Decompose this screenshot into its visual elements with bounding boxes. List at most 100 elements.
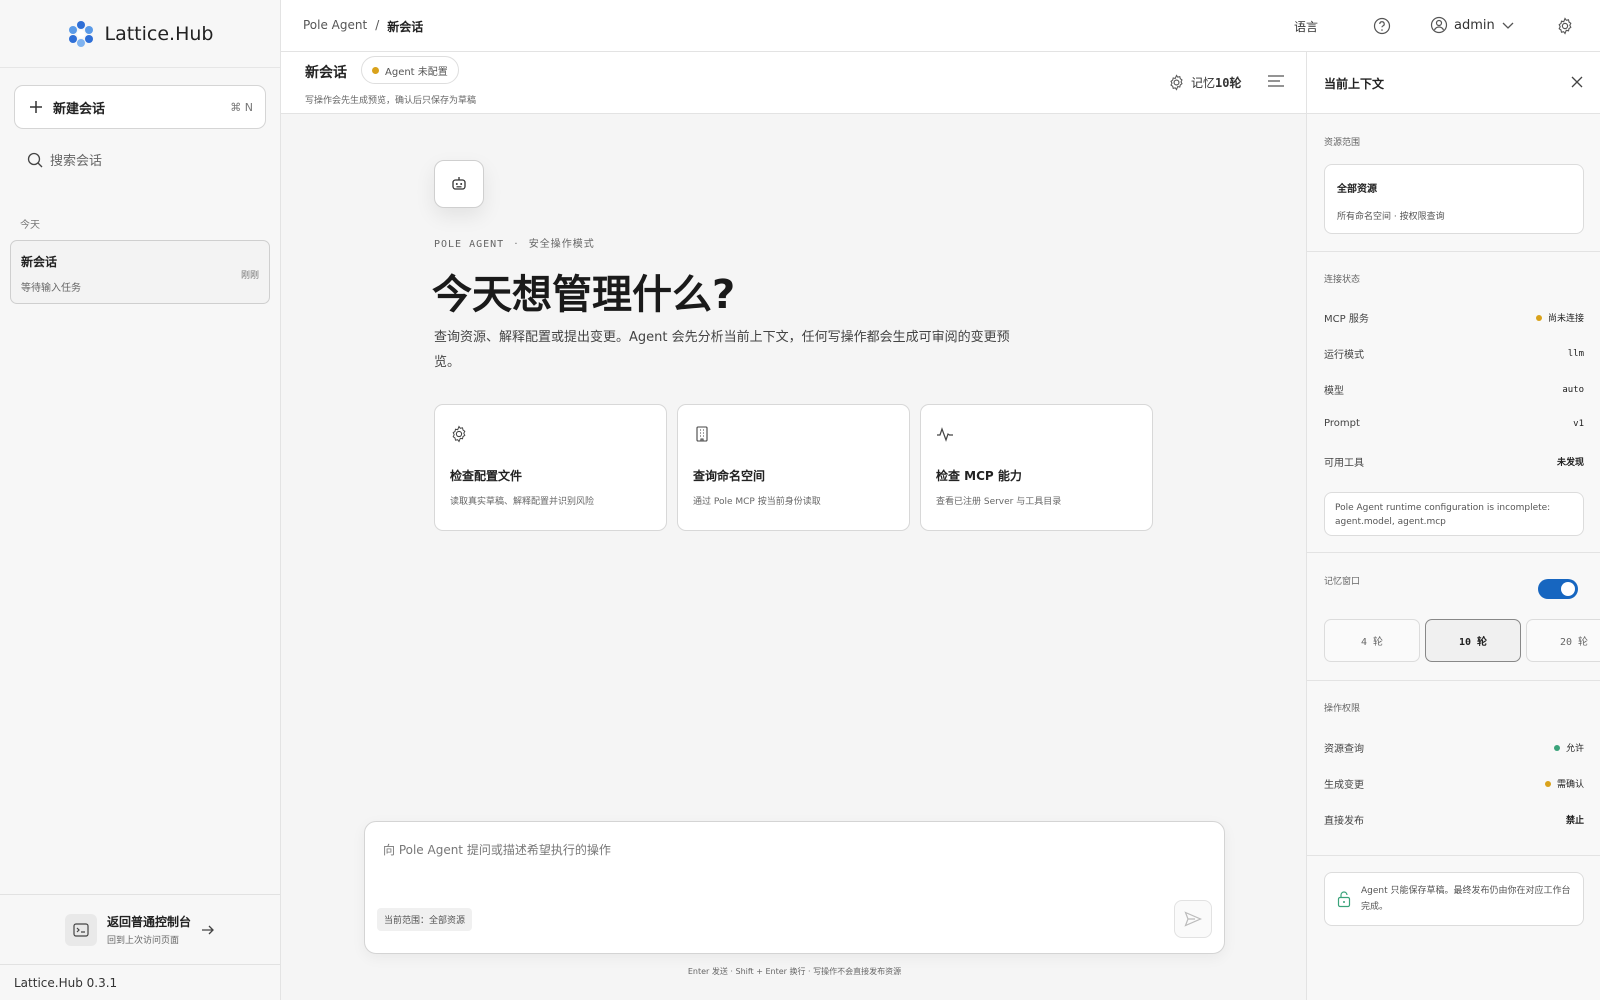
row-value: 未发现 bbox=[1556, 458, 1584, 468]
note-text: Agent 只能保存草稿。最终发布仍由你在对应工作台完成。 bbox=[1361, 886, 1571, 912]
session-subtitle: 等待输入任务 bbox=[21, 283, 81, 294]
user-menu[interactable]: admin bbox=[1430, 16, 1515, 34]
hero-kicker-product: POLE AGENT bbox=[434, 239, 505, 250]
agent-status-badge: Agent 未配置 bbox=[361, 56, 459, 84]
user-avatar-icon bbox=[1430, 16, 1448, 34]
lock-icon bbox=[1337, 890, 1351, 908]
row-key: 可用工具 bbox=[1324, 458, 1364, 469]
building-icon bbox=[693, 425, 894, 445]
user-name: admin bbox=[1454, 17, 1495, 33]
session-item[interactable]: 新会话 等待输入任务 刚刚 bbox=[10, 240, 270, 304]
hero-kicker-separator: · bbox=[514, 239, 519, 250]
card-title: 检查 MCP 能力 bbox=[936, 469, 1022, 483]
composer-hint: Enter 发送 · Shift + Enter 换行 · 写操作不会直接发布资… bbox=[687, 967, 902, 976]
memory-label: 记忆 bbox=[1191, 76, 1216, 90]
row-value: auto bbox=[1562, 384, 1584, 395]
message-input[interactable]: 向 Pole Agent 提问或描述希望执行的操作 bbox=[383, 841, 611, 858]
card-title: 查询命名空间 bbox=[693, 469, 766, 483]
logo-icon bbox=[67, 20, 95, 48]
session-group-today: 今天 bbox=[20, 220, 40, 231]
connection-row-prompt: Prompt v1 bbox=[1324, 418, 1584, 429]
memory-round-4[interactable]: 4 轮 bbox=[1324, 619, 1420, 662]
language-button[interactable]: 语言 bbox=[1294, 18, 1318, 35]
new-chat-button[interactable]: 新建会话 ⌘ N bbox=[14, 85, 266, 129]
row-value: 允许 bbox=[1565, 744, 1584, 754]
hero-description: 查询资源、解释配置或提出变更。Agent 会先分析当前上下文，任何写操作都会生成… bbox=[434, 330, 1010, 370]
back-subtitle: 回到上次访问页面 bbox=[106, 936, 179, 946]
gear-icon bbox=[450, 425, 651, 445]
draft-only-note: Agent 只能保存草稿。最终发布仍由你在对应工作台完成。 bbox=[1324, 872, 1584, 926]
breadcrumb-item[interactable]: Pole Agent bbox=[303, 18, 367, 35]
connection-row-mcp: MCP 服务 尚未连接 bbox=[1324, 310, 1584, 325]
memory-round-20[interactable]: 20 轮 bbox=[1526, 619, 1600, 662]
new-chat-label: 新建会话 bbox=[53, 101, 106, 117]
memory-window-toggle[interactable] bbox=[1538, 579, 1578, 599]
gear-icon bbox=[1168, 74, 1185, 91]
breadcrumb-current: 新会话 bbox=[387, 20, 424, 34]
status-dot bbox=[372, 66, 379, 74]
close-icon[interactable] bbox=[1569, 74, 1585, 90]
scope-title: 全部资源 bbox=[1337, 184, 1377, 195]
brand[interactable]: Lattice.Hub bbox=[0, 0, 280, 68]
session-title: 新会话 bbox=[21, 255, 58, 269]
search-icon bbox=[27, 152, 43, 168]
conversation-header: 新会话 Agent 未配置 写操作会先生成预览，确认后只保存为草稿 记忆 10轮 bbox=[281, 52, 1306, 114]
card-title: 检查配置文件 bbox=[450, 469, 523, 483]
back-to-console-button[interactable]: 返回普通控制台 回到上次访问页面 bbox=[0, 894, 280, 964]
memory-window-label: 记忆窗口 bbox=[1324, 577, 1361, 587]
send-icon bbox=[1184, 911, 1202, 927]
row-value: v1 bbox=[1573, 418, 1584, 429]
search-input[interactable]: 搜索会话 bbox=[50, 150, 102, 169]
resource-scope-selector[interactable]: 全部资源 所有命名空间 · 按权限查询 bbox=[1324, 164, 1584, 234]
row-key: 直接发布 bbox=[1324, 816, 1364, 827]
back-title: 返回普通控制台 bbox=[106, 915, 191, 929]
agent-status-text: Agent 未配置 bbox=[385, 66, 448, 78]
status-dot bbox=[1535, 314, 1542, 321]
memory-button[interactable]: 记忆 10轮 bbox=[1168, 74, 1241, 91]
message-composer[interactable]: 向 Pole Agent 提问或描述希望执行的操作 当前范围：全部资源 bbox=[364, 821, 1225, 954]
row-key: MCP 服务 bbox=[1324, 314, 1369, 325]
breadcrumb-separator: / bbox=[375, 18, 380, 32]
connection-section-label: 连接状态 bbox=[1324, 275, 1361, 285]
conversation-title: 新会话 bbox=[305, 65, 347, 81]
connection-row-tools: 可用工具 未发现 bbox=[1324, 454, 1584, 469]
connection-row-model: 模型 auto bbox=[1324, 382, 1584, 398]
permission-row-publish: 直接发布 禁止 bbox=[1324, 812, 1584, 827]
card-subtitle: 查看已注册 Server 与工具目录 bbox=[936, 497, 1062, 507]
breadcrumb: Pole Agent / 新会话 bbox=[303, 18, 423, 35]
status-dot bbox=[1544, 780, 1551, 787]
agent-robot-icon bbox=[434, 160, 484, 208]
row-value: llm bbox=[1567, 348, 1584, 359]
suggestion-card-namespace[interactable]: 查询命名空间 通过 Pole MCP 按当前身份读取 bbox=[677, 404, 910, 531]
row-key: 运行模式 bbox=[1324, 350, 1364, 361]
plus-icon bbox=[29, 100, 43, 114]
new-chat-shortcut: ⌘ N bbox=[230, 100, 253, 114]
card-subtitle: 通过 Pole MCP 按当前身份读取 bbox=[693, 497, 821, 507]
session-time: 刚刚 bbox=[240, 271, 259, 281]
row-value: 禁止 bbox=[1565, 816, 1584, 826]
app-version: Lattice.Hub 0.3.1 bbox=[0, 964, 280, 1000]
terminal-icon bbox=[64, 913, 97, 946]
memory-round-10[interactable]: 10 轮 bbox=[1425, 619, 1521, 662]
config-warning: Pole Agent runtime configuration is inco… bbox=[1324, 492, 1584, 536]
hero-title: 今天想管理什么? bbox=[432, 272, 736, 318]
app-name: Lattice.Hub bbox=[104, 22, 214, 45]
row-value: 尚未连接 bbox=[1547, 314, 1584, 324]
suggestion-card-mcp[interactable]: 检查 MCP 能力 查看已注册 Server 与工具目录 bbox=[920, 404, 1153, 531]
activity-icon bbox=[936, 425, 1137, 445]
row-value: 需确认 bbox=[1556, 780, 1584, 790]
connection-row-mode: 运行模式 llm bbox=[1324, 346, 1584, 362]
suggestion-card-config[interactable]: 检查配置文件 读取真实草稿、解释配置并识别风险 bbox=[434, 404, 667, 531]
row-key: 模型 bbox=[1324, 386, 1344, 397]
scope-chip[interactable]: 当前范围：全部资源 bbox=[377, 908, 473, 931]
help-icon[interactable] bbox=[1373, 17, 1391, 35]
settings-gear-icon[interactable] bbox=[1556, 17, 1574, 35]
menu-lines-icon[interactable] bbox=[1267, 74, 1285, 88]
scope-section-label: 资源范围 bbox=[1324, 138, 1361, 148]
card-subtitle: 读取真实草稿、解释配置并识别风险 bbox=[450, 497, 595, 507]
context-panel: 当前上下文 资源范围 全部资源 所有命名空间 · 按权限查询 连接状态 MCP … bbox=[1306, 52, 1600, 1000]
send-button[interactable] bbox=[1174, 900, 1212, 938]
session-search[interactable]: 搜索会话 bbox=[27, 150, 102, 169]
hero-kicker-mode: 安全操作模式 bbox=[528, 239, 595, 250]
sidebar: Lattice.Hub 新建会话 ⌘ N 搜索会话 今天 新会话 等待输入任务 … bbox=[0, 0, 281, 1000]
